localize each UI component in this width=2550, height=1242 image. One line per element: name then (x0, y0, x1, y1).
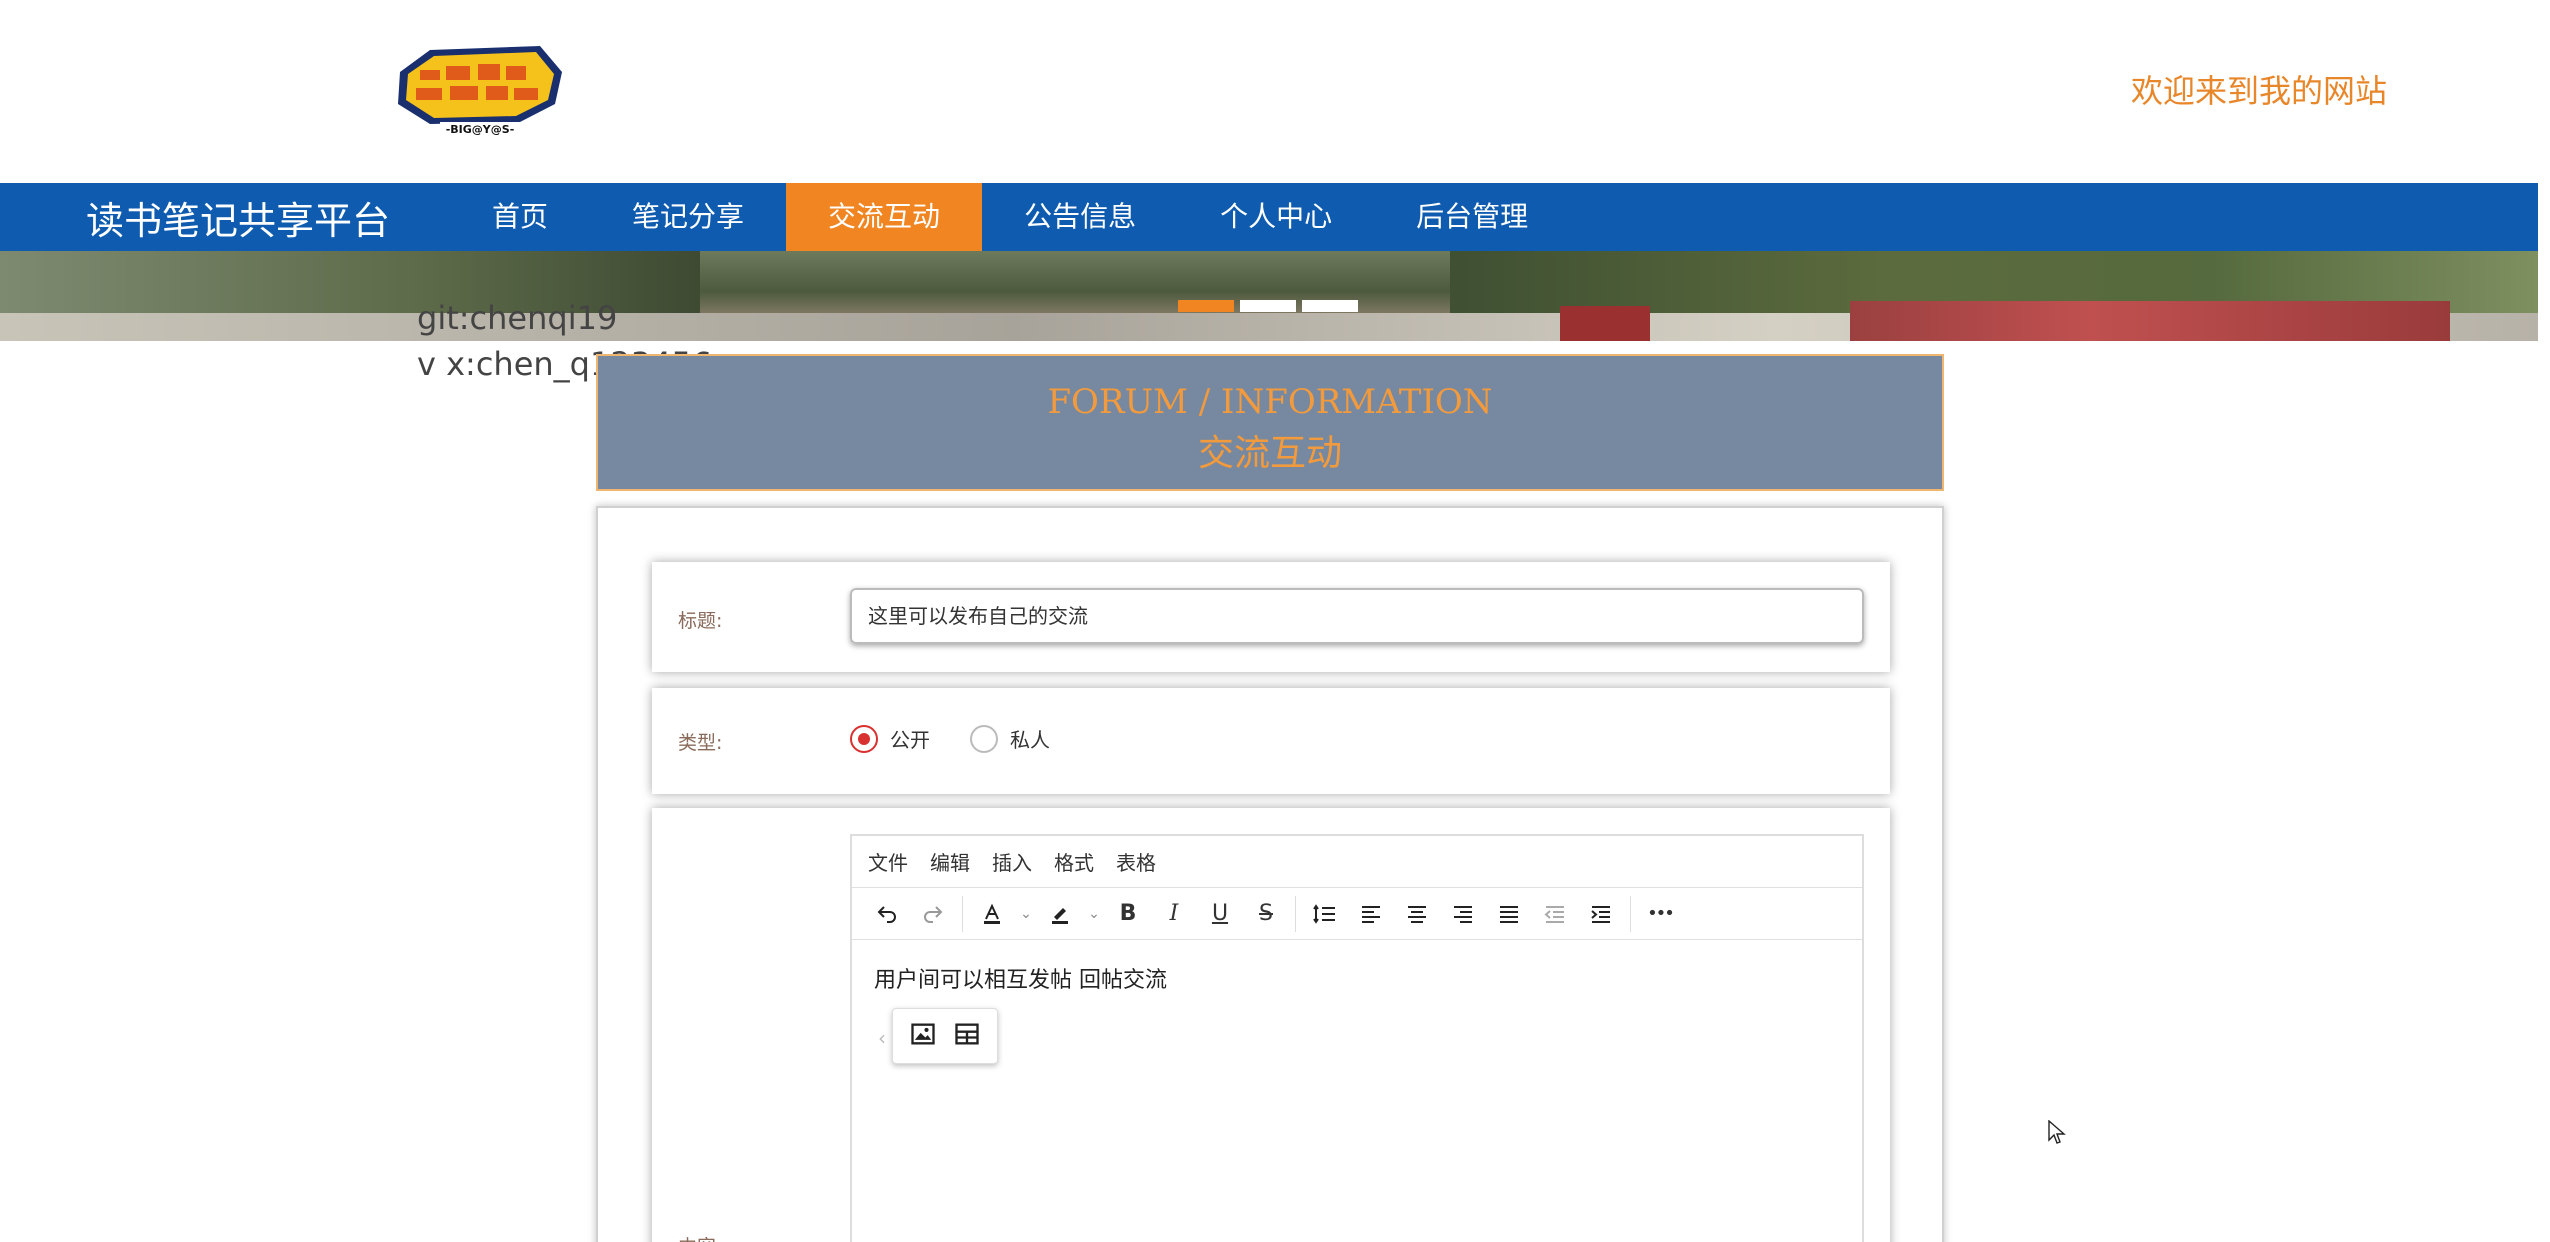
align-justify-icon[interactable] (1486, 894, 1532, 934)
radio-public-label[interactable]: 公开 (890, 724, 930, 753)
insert-image-icon[interactable] (909, 1020, 937, 1052)
align-right-icon[interactable] (1440, 894, 1486, 934)
title-row: 标题: 这里可以发布自己的交流 (652, 562, 1890, 672)
site-logo[interactable]: -BIG@Y@S- (390, 42, 570, 138)
menu-file[interactable]: 文件 (868, 847, 908, 876)
text-color-dropdown-icon[interactable]: ⌄ (1015, 894, 1037, 934)
carousel-indicators (1178, 300, 1358, 312)
menu-edit[interactable]: 编辑 (930, 847, 970, 876)
undo-icon[interactable] (864, 894, 910, 934)
popup-arrow-icon: ‹ (878, 1026, 886, 1050)
section-title-cn: 交流互动 (1197, 433, 1342, 474)
nav-item-profile[interactable]: 个人中心 (1178, 183, 1374, 251)
nav-item-home[interactable]: 首页 (450, 183, 590, 251)
carousel-dot-2[interactable] (1240, 300, 1296, 312)
type-label: 类型: (678, 732, 723, 754)
content-row: 内容: 文件 编辑 插入 格式 表格 (652, 808, 1890, 1242)
type-row: 类型: 公开 私人 (652, 688, 1890, 794)
carousel-dot-3[interactable] (1302, 300, 1358, 312)
indent-icon[interactable] (1578, 894, 1624, 934)
content-label: 内容: (678, 1232, 722, 1242)
align-center-icon[interactable] (1394, 894, 1440, 934)
brand-title[interactable]: 读书笔记共享平台 (86, 190, 390, 245)
banner-carousel (0, 251, 2538, 341)
menu-insert[interactable]: 插入 (992, 847, 1032, 876)
editor-menubar: 文件 编辑 插入 格式 表格 (852, 836, 1862, 888)
text-color-icon[interactable] (969, 894, 1015, 934)
nav-item-notes[interactable]: 笔记分享 (590, 183, 786, 251)
radio-private[interactable] (970, 724, 998, 753)
main-nav: 读书笔记共享平台 首页 笔记分享 交流互动 公告信息 个人中心 后台管理 (0, 183, 2538, 251)
carousel-dot-1[interactable] (1178, 300, 1234, 312)
highlight-icon[interactable] (1037, 894, 1083, 934)
nav-item-announcements[interactable]: 公告信息 (982, 183, 1178, 251)
svg-text:-BIG@Y@S-: -BIG@Y@S- (446, 123, 515, 136)
section-title-en: FORUM / INFORMATION (1047, 382, 1493, 422)
nav-item-admin[interactable]: 后台管理 (1374, 183, 1570, 251)
highlight-dropdown-icon[interactable]: ⌄ (1083, 894, 1105, 934)
nav-item-forum[interactable]: 交流互动 (786, 183, 983, 251)
line-height-icon[interactable] (1302, 894, 1348, 934)
more-icon[interactable]: ••• (1637, 894, 1683, 934)
menu-table[interactable]: 表格 (1116, 847, 1156, 876)
quick-insert-popup (892, 1008, 998, 1064)
section-header: FORUM / INFORMATION 交流互动 (596, 354, 1944, 491)
strikethrough-icon[interactable]: S (1243, 894, 1289, 934)
type-radio-group: 公开 私人 (850, 724, 1050, 753)
title-input[interactable]: 这里可以发布自己的交流 (850, 588, 1864, 644)
outdent-icon[interactable] (1532, 894, 1578, 934)
radio-private-label[interactable]: 私人 (1010, 724, 1050, 753)
bold-icon[interactable]: B (1105, 894, 1151, 934)
insert-table-icon[interactable] (953, 1020, 981, 1052)
mouse-cursor-icon (2048, 1119, 2066, 1150)
editor-toolbar: ⌄ ⌄ B I U S ••• (852, 888, 1862, 940)
welcome-text: 欢迎来到我的网站 (2130, 72, 2387, 110)
watermark-line-1: git:chenqi19 (417, 299, 618, 337)
italic-icon[interactable]: I (1151, 894, 1197, 934)
redo-icon[interactable] (910, 894, 956, 934)
post-form: 标题: 这里可以发布自己的交流 类型: 公开 私人 内容: 文件 编辑 插入 格… (596, 506, 1944, 1242)
page: -BIG@Y@S- 欢迎来到我的网站 读书笔记共享平台 首页 笔记分享 交流互动… (0, 0, 2550, 1242)
align-left-icon[interactable] (1348, 894, 1394, 934)
radio-public[interactable] (850, 724, 878, 753)
menu-format[interactable]: 格式 (1054, 847, 1094, 876)
editor-content[interactable]: 用户间可以相互发帖 回帖交流 (852, 940, 1862, 1016)
rich-text-editor: 文件 编辑 插入 格式 表格 ⌄ ⌄ B I U S ••• 用户间可以相互发帖… (850, 834, 1864, 1242)
title-label: 标题: (678, 610, 723, 632)
underline-icon[interactable]: U (1197, 894, 1243, 934)
